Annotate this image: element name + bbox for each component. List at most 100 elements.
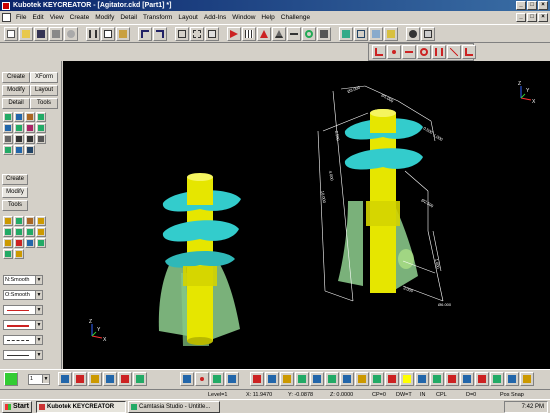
layer-list-button[interactable] — [88, 372, 102, 386]
modify-shell-icon[interactable] — [25, 227, 35, 237]
line-style-select-1[interactable]: ▼ — [3, 305, 43, 315]
menu-layout[interactable]: Layout — [175, 14, 201, 21]
snap-all-button[interactable] — [445, 372, 459, 386]
xform-mirror-icon[interactable] — [36, 112, 46, 122]
snap-paper-button[interactable] — [370, 372, 384, 386]
line-type-select-2[interactable]: ▼ — [3, 350, 43, 360]
modify-draft-icon[interactable] — [3, 238, 13, 248]
xform-array-icon[interactable] — [14, 123, 24, 133]
menu-transform[interactable]: Transform — [140, 14, 175, 21]
modify-edge-icon[interactable] — [25, 238, 35, 248]
xform-special-icon[interactable] — [25, 145, 35, 155]
task-camtasia[interactable]: Camtasia Studio - Untitle... — [128, 401, 220, 413]
snap-window-button[interactable] — [475, 372, 489, 386]
line-type-select-1[interactable]: ▼ — [3, 335, 43, 345]
menu-challenge[interactable]: Challenge — [278, 14, 313, 21]
modify-patch-icon[interactable] — [3, 249, 13, 259]
smoothness-select-1[interactable]: N:Smooth ▼ — [3, 275, 43, 285]
snap-midpoint-button[interactable] — [402, 45, 416, 59]
new-file-button[interactable] — [4, 27, 18, 41]
xform-move-icon[interactable] — [3, 112, 13, 122]
triangle-tool-button[interactable] — [272, 27, 286, 41]
undo-button[interactable] — [138, 27, 152, 41]
modify-split-icon[interactable] — [3, 227, 13, 237]
layer-hide-button[interactable] — [103, 372, 117, 386]
print-button[interactable] — [49, 27, 63, 41]
render-shaded-button[interactable] — [339, 27, 353, 41]
rotate-view-button[interactable] — [302, 27, 316, 41]
measure-tool-button[interactable] — [317, 27, 331, 41]
render-solid-button[interactable] — [384, 27, 398, 41]
about-button[interactable] — [421, 27, 435, 41]
cut-button[interactable] — [86, 27, 100, 41]
close-button[interactable]: × — [538, 1, 548, 10]
task-keycreator[interactable]: Kubotek KEYCREATOR — [36, 401, 126, 413]
document-icon[interactable] — [2, 13, 11, 22]
tab-create[interactable]: Create — [2, 72, 30, 83]
render-wire-button[interactable] — [354, 27, 368, 41]
snap-tool-button[interactable] — [257, 27, 271, 41]
snap-plane-button[interactable] — [505, 372, 519, 386]
snap-quick-button[interactable] — [400, 372, 414, 386]
snap-object-button[interactable] — [295, 372, 309, 386]
layer-next-button[interactable] — [73, 372, 87, 386]
xform-grid-icon[interactable] — [14, 145, 24, 155]
tab-xform[interactable]: XForm — [30, 72, 58, 83]
xform-cut-icon[interactable] — [14, 134, 24, 144]
snap-select-button[interactable] — [430, 372, 444, 386]
snap-tangent-button[interactable] — [432, 45, 446, 59]
xform-stretch-icon[interactable] — [3, 134, 13, 144]
menu-edit[interactable]: Edit — [29, 14, 46, 21]
snap-track-button[interactable] — [310, 372, 324, 386]
layer-prev-button[interactable] — [58, 372, 72, 386]
menu-help[interactable]: Help — [258, 14, 277, 21]
dimension-tool-button[interactable] — [287, 27, 301, 41]
snap-filter-button[interactable] — [415, 372, 429, 386]
snap-intersect-button[interactable] — [447, 45, 461, 59]
xform-copy-icon[interactable] — [14, 112, 24, 122]
snap-polar-button[interactable] — [280, 372, 294, 386]
menu-detail[interactable]: Detail — [117, 14, 140, 21]
tab-modify-2[interactable]: Modify — [2, 187, 28, 198]
menu-create[interactable]: Create — [67, 14, 93, 21]
modify-trim-icon[interactable] — [3, 216, 13, 226]
paste-button[interactable] — [116, 27, 130, 41]
mdi-restore-button[interactable]: □ — [527, 13, 537, 22]
snap-dynamic-button[interactable] — [325, 372, 339, 386]
select-tool-button[interactable] — [227, 27, 241, 41]
graphics-viewport[interactable]: Ø3.000 Ø1.000 2.500 4.000 10.000 Ø2.500 … — [63, 61, 550, 369]
tab-tools-2[interactable]: Tools — [2, 200, 28, 211]
redo-button[interactable] — [153, 27, 167, 41]
snap-lw-button[interactable] — [340, 372, 354, 386]
print-preview-button[interactable] — [64, 27, 78, 41]
tab-tools[interactable]: Tools — [30, 98, 58, 109]
view-front-button[interactable] — [180, 372, 194, 386]
xform-offset-icon[interactable] — [36, 123, 46, 133]
snap-grid-button[interactable] — [250, 372, 264, 386]
mdi-minimize-button[interactable]: _ — [516, 13, 526, 22]
menu-file[interactable]: File — [13, 14, 29, 21]
tab-modify[interactable]: Modify — [2, 85, 30, 96]
xform-scale-icon[interactable] — [3, 123, 13, 133]
copy-button[interactable] — [101, 27, 115, 41]
zoom-extents-button[interactable] — [205, 27, 219, 41]
modify-face-icon[interactable] — [14, 238, 24, 248]
model-canvas[interactable]: Ø3.000 Ø1.000 2.500 4.000 10.000 Ø2.500 … — [63, 61, 550, 369]
help-button[interactable] — [406, 27, 420, 41]
tab-create-2[interactable]: Create — [2, 174, 28, 185]
tab-layout[interactable]: Layout — [30, 85, 58, 96]
menu-add-ins[interactable]: Add-Ins — [201, 14, 229, 21]
tab-detail[interactable]: Detail — [2, 98, 30, 109]
menu-window[interactable]: Window — [229, 14, 258, 21]
modify-extend-icon[interactable] — [14, 216, 24, 226]
view-side-button[interactable] — [210, 372, 224, 386]
snap-none-button[interactable] — [460, 372, 474, 386]
snap-center-button[interactable] — [387, 45, 401, 59]
view-point-button[interactable] — [195, 372, 209, 386]
open-file-button[interactable] — [19, 27, 33, 41]
layer-options-button[interactable] — [133, 372, 147, 386]
menu-view[interactable]: View — [47, 14, 67, 21]
view-window-button[interactable] — [175, 27, 189, 41]
snap-ortho-button[interactable] — [265, 372, 279, 386]
line-style-select-2[interactable]: ▼ — [3, 320, 43, 330]
